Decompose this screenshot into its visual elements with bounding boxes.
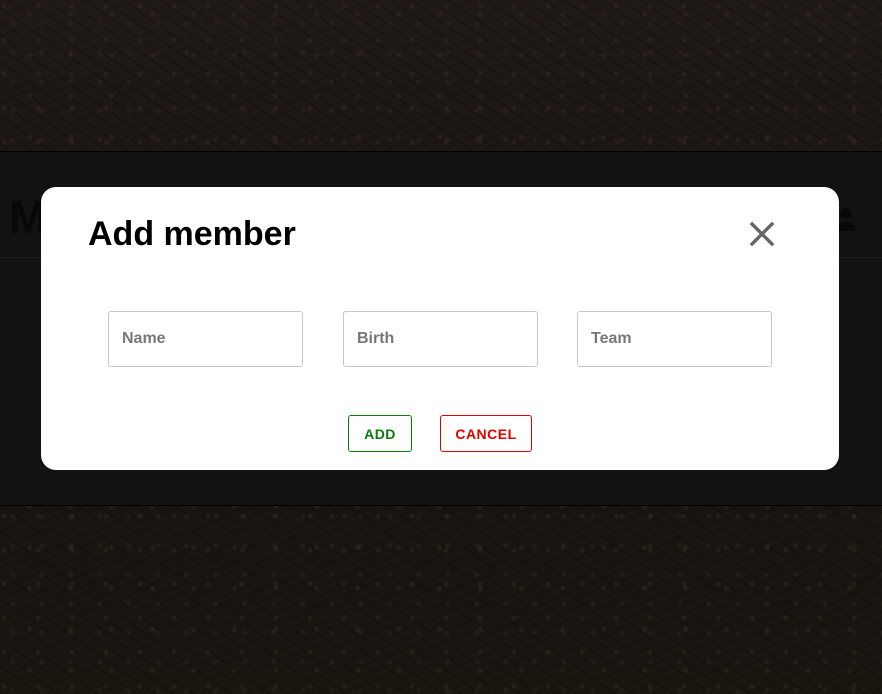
close-icon: [749, 221, 775, 247]
dialog-title: Add member: [88, 215, 296, 253]
add-member-dialog: Add member ADD CANCEL: [41, 187, 839, 470]
birth-input[interactable]: [343, 311, 538, 367]
close-button[interactable]: [745, 217, 779, 251]
name-input[interactable]: [108, 311, 303, 367]
team-input[interactable]: [577, 311, 772, 367]
add-button[interactable]: ADD: [348, 415, 412, 452]
cancel-button[interactable]: CANCEL: [440, 415, 532, 452]
